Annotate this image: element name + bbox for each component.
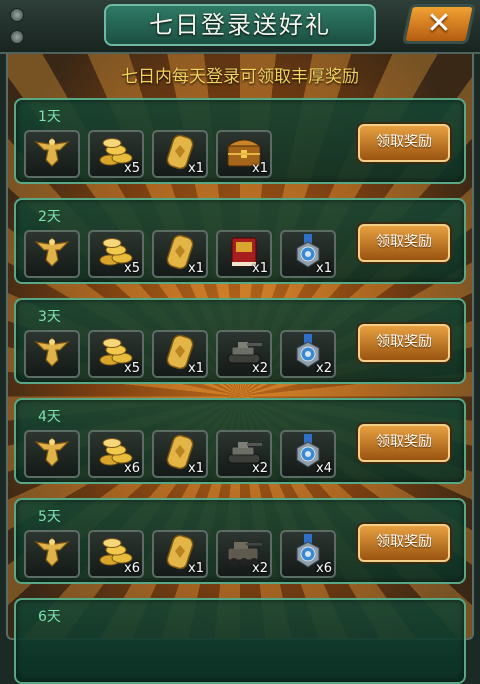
eagle-badge-icon <box>32 434 72 474</box>
eagle-badge-icon <box>32 334 72 374</box>
reward-quantity: x1 <box>188 561 204 576</box>
reward-item-slot[interactable] <box>24 330 80 378</box>
bolt-icon <box>10 30 24 44</box>
reward-item-slot[interactable]: x5 <box>88 330 144 378</box>
eagle-badge-icon <box>32 534 72 574</box>
claim-reward-button[interactable]: 领取奖励 <box>358 224 450 262</box>
reward-items: x6 x1 x2 x4 <box>24 430 336 478</box>
claim-reward-button[interactable]: 领取奖励 <box>358 524 450 562</box>
day-label: 4天 <box>38 409 61 425</box>
reward-item-slot[interactable]: x5 <box>88 230 144 278</box>
reward-quantity: x1 <box>188 461 204 476</box>
reward-items: x5 x1 x2 x2 <box>24 330 336 378</box>
reward-item-slot[interactable]: x6 <box>88 430 144 478</box>
reward-item-slot[interactable]: x1 <box>152 230 208 278</box>
reward-quantity: x2 <box>316 361 332 376</box>
reward-item-slot[interactable] <box>24 230 80 278</box>
day-label: 5天 <box>38 509 61 525</box>
day-label: 1天 <box>38 109 61 125</box>
reward-item-slot[interactable]: x6 <box>280 530 336 578</box>
reward-item-slot[interactable]: x5 <box>88 130 144 178</box>
day-panel-3: 3天 x5 x1 x2 x2 领取奖励 <box>14 298 466 384</box>
claim-reward-button[interactable]: 领取奖励 <box>358 124 450 162</box>
reward-quantity: x1 <box>188 361 204 376</box>
reward-item-slot[interactable]: x1 <box>280 230 336 278</box>
reward-quantity: x5 <box>124 361 140 376</box>
day-label: 3天 <box>38 309 61 325</box>
reward-quantity: x2 <box>252 361 268 376</box>
reward-quantity: x1 <box>188 161 204 176</box>
reward-quantity: x4 <box>316 461 332 476</box>
reward-quantity: x2 <box>252 561 268 576</box>
bolt-icon <box>10 8 24 22</box>
day-label: 6天 <box>38 609 61 625</box>
reward-quantity: x1 <box>252 261 268 276</box>
eagle-badge-icon <box>32 134 72 174</box>
reward-quantity: x1 <box>188 261 204 276</box>
reward-quantity: x6 <box>124 461 140 476</box>
day-panel-2: 2天 x5 x1 x1 x1 领取奖励 <box>14 198 466 284</box>
reward-item-slot[interactable]: x2 <box>216 430 272 478</box>
reward-quantity: x6 <box>124 561 140 576</box>
day-panel-5: 5天 x6 x1 x2 x6 领取奖励 <box>14 498 466 584</box>
day-panel-4: 4天 x6 x1 x2 x4 领取奖励 <box>14 398 466 484</box>
reward-item-slot[interactable] <box>24 530 80 578</box>
day-panel-6: 6天 <box>14 598 466 684</box>
reward-quantity: x6 <box>316 561 332 576</box>
reward-item-slot[interactable]: x2 <box>216 530 272 578</box>
reward-item-slot[interactable]: x2 <box>280 330 336 378</box>
reward-item-slot[interactable]: x1 <box>152 530 208 578</box>
reward-item-slot[interactable] <box>24 130 80 178</box>
reward-item-slot[interactable]: x2 <box>216 330 272 378</box>
reward-quantity: x2 <box>252 461 268 476</box>
day-label: 2天 <box>38 209 61 225</box>
reward-items: x5 x1 x1 x1 <box>24 230 336 278</box>
reward-quantity: x1 <box>316 261 332 276</box>
reward-item-slot[interactable]: x1 <box>152 430 208 478</box>
close-button[interactable]: ✕ <box>401 4 477 44</box>
reward-item-slot[interactable]: x4 <box>280 430 336 478</box>
subtitle: 七日内每天登录可领取丰厚奖励 <box>121 67 359 87</box>
reward-item-slot[interactable]: x6 <box>88 530 144 578</box>
title-bar: 七日登录送好礼 ✕ <box>0 0 480 54</box>
claim-reward-button[interactable]: 领取奖励 <box>358 424 450 462</box>
reward-item-slot[interactable] <box>24 430 80 478</box>
reward-item-slot[interactable]: x1 <box>152 130 208 178</box>
eagle-badge-icon <box>32 234 72 274</box>
reward-quantity: x5 <box>124 261 140 276</box>
reward-items: x5 x1 x1 <box>24 130 272 178</box>
reward-item-slot[interactable]: x1 <box>216 130 272 178</box>
reward-item-slot[interactable]: x1 <box>152 330 208 378</box>
reward-item-slot[interactable]: x1 <box>216 230 272 278</box>
claim-reward-button[interactable]: 领取奖励 <box>358 324 450 362</box>
reward-quantity: x1 <box>252 161 268 176</box>
close-icon: ✕ <box>426 6 452 41</box>
reward-items: x6 x1 x2 x6 <box>24 530 336 578</box>
day-panel-1: 1天 x5 x1 x1 领取奖励 <box>14 98 466 184</box>
dialog-title: 七日登录送好礼 <box>104 4 376 46</box>
reward-quantity: x5 <box>124 161 140 176</box>
